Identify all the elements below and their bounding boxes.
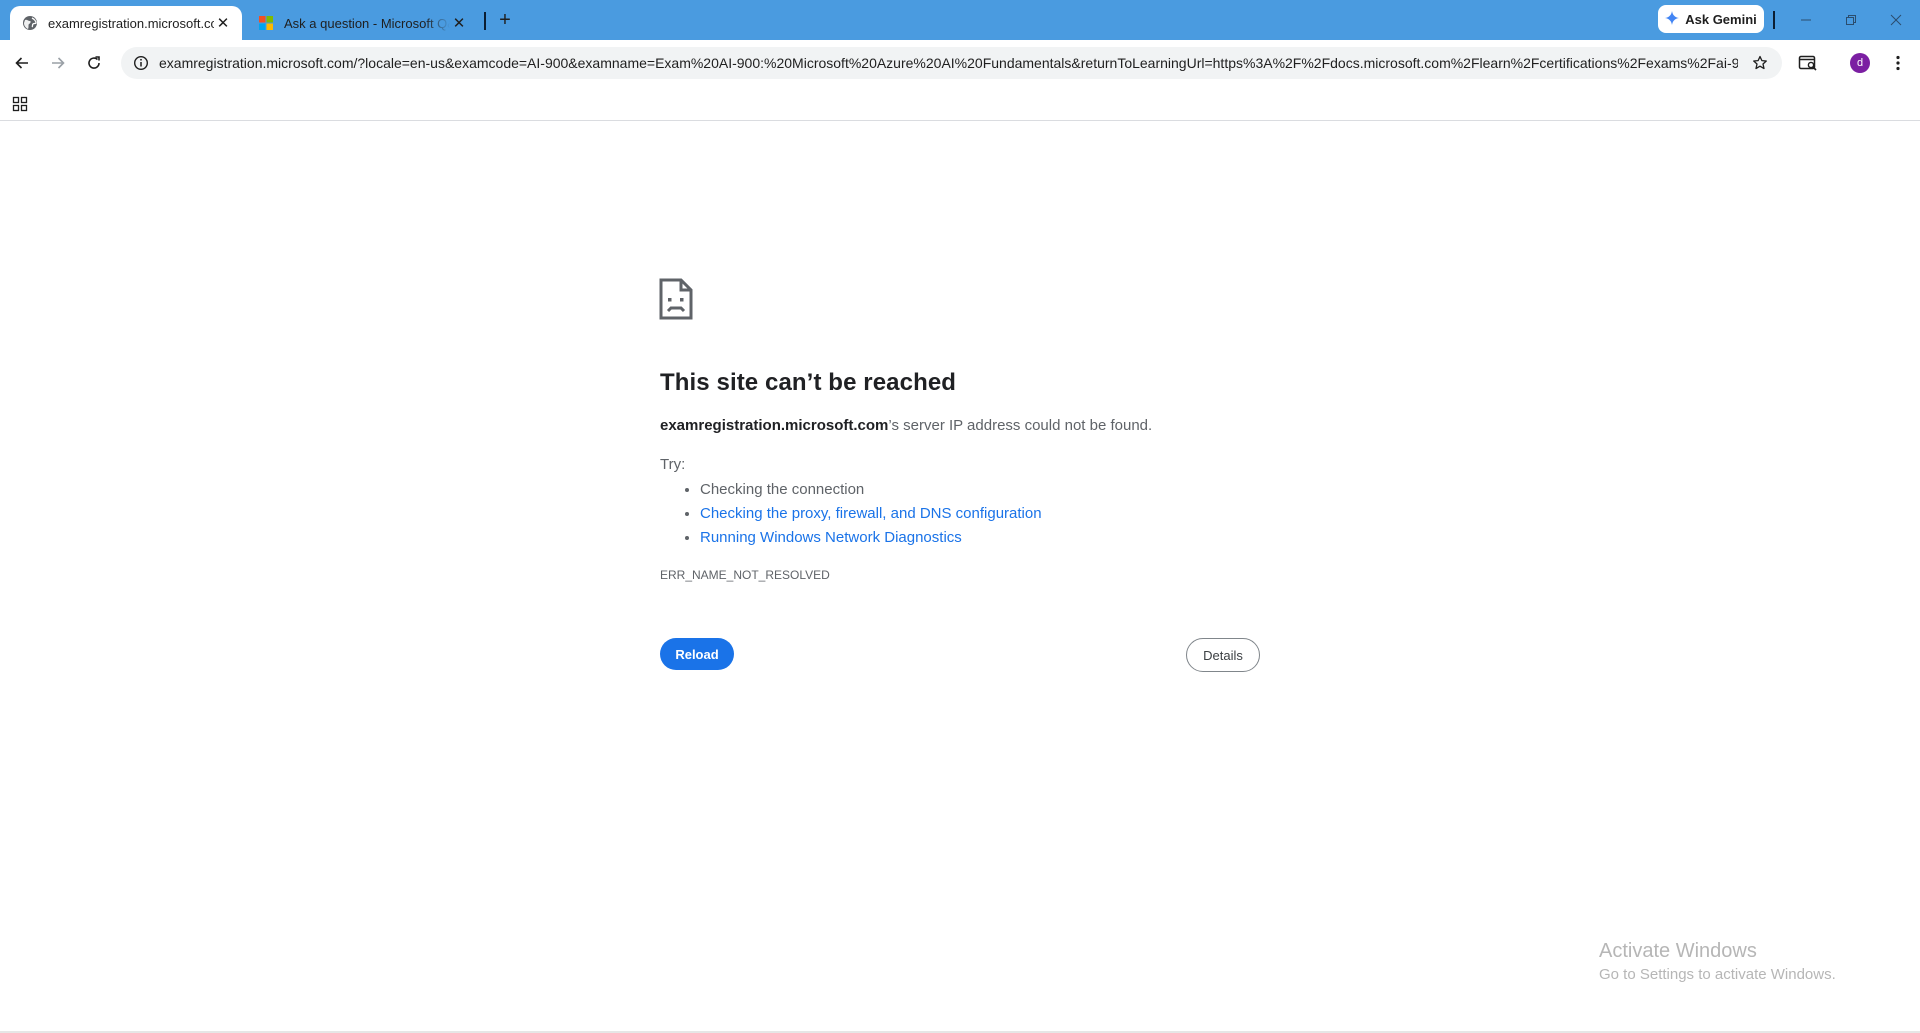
globe-icon	[22, 15, 38, 31]
bookmark-star-icon[interactable]	[1748, 51, 1772, 75]
watermark-title: Activate Windows	[1599, 940, 1757, 962]
arrow-left-icon	[15, 57, 28, 69]
tab-close-icon[interactable]: ✕	[450, 14, 468, 32]
restore-icon	[1846, 15, 1856, 25]
arrow-right-icon	[52, 57, 65, 69]
back-button[interactable]	[6, 47, 38, 79]
apps-grid-icon	[12, 96, 28, 112]
error-description-text: ’s server IP address could not be found.	[888, 417, 1153, 434]
address-bar[interactable]	[121, 47, 1782, 79]
list-item: Running Windows Network Diagnostics	[700, 526, 1042, 550]
details-button[interactable]: Details	[1186, 638, 1260, 672]
try-label: Try:	[660, 456, 686, 473]
apps-grid-button[interactable]	[8, 92, 32, 116]
ask-gemini-label: Ask Gemini	[1685, 11, 1757, 27]
error-code: ERR_NAME_NOT_RESOLVED	[660, 568, 830, 582]
suggestion-list: Checking the connection Checking the pro…	[660, 478, 1042, 550]
list-item: Checking the proxy, firewall, and DNS co…	[700, 502, 1042, 526]
page-content: This site can’t be reached examregistrat…	[0, 121, 1920, 1033]
toolbar-separator	[1773, 11, 1775, 29]
reload-button[interactable]: Reload	[660, 638, 734, 670]
search-tabs-button[interactable]	[1792, 47, 1824, 79]
refresh-icon	[88, 56, 100, 69]
sad-page-icon	[659, 278, 693, 320]
restore-button[interactable]	[1831, 5, 1871, 35]
suggestion-check-connection: Checking the connection	[700, 481, 865, 498]
list-item: Checking the connection	[700, 478, 1042, 502]
microsoft-logo-icon	[258, 15, 274, 31]
minimize-button[interactable]	[1786, 5, 1826, 35]
tab-search-icon	[1798, 55, 1817, 71]
tab-close-icon[interactable]: ✕	[214, 14, 232, 32]
forward-button[interactable]	[42, 47, 74, 79]
error-host: examregistration.microsoft.com	[660, 417, 889, 434]
site-info-icon[interactable]	[131, 53, 151, 73]
tab-strip: examregistration.microsoft.com ✕ Ask a q…	[0, 0, 1920, 40]
tab-ask-a-question[interactable]: Ask a question - Microsoft Q&A ✕	[252, 6, 478, 40]
address-input[interactable]	[159, 55, 1738, 71]
reload-toolbar-button[interactable]	[78, 47, 110, 79]
suggestion-proxy-link[interactable]: Checking the proxy, firewall, and DNS co…	[700, 505, 1042, 522]
close-window-button[interactable]	[1876, 5, 1916, 35]
watermark-subtitle: Go to Settings to activate Windows.	[1599, 966, 1836, 983]
tab-separator	[484, 12, 486, 30]
tab-title: Ask a question - Microsoft Q&A	[284, 15, 450, 31]
browser-toolbar: d	[0, 40, 1920, 86]
new-tab-button[interactable]: +	[492, 7, 518, 33]
suggestion-network-diagnostics-link[interactable]: Running Windows Network Diagnostics	[700, 529, 962, 546]
menu-button[interactable]	[1882, 47, 1914, 79]
ask-gemini-button[interactable]: Ask Gemini	[1658, 5, 1764, 33]
minimize-icon	[1801, 19, 1811, 21]
error-description: examregistration.microsoft.com’s server …	[660, 417, 1152, 434]
activate-windows-watermark: Activate Windows Go to Settings to activ…	[1599, 939, 1836, 985]
tab-title: examregistration.microsoft.com	[48, 15, 214, 31]
bookmarks-bar	[0, 86, 1920, 121]
profile-button[interactable]: d	[1844, 47, 1876, 79]
more-vertical-icon	[1896, 55, 1900, 71]
close-icon	[1890, 14, 1902, 26]
page-title: This site can’t be reached	[660, 369, 957, 396]
gemini-sparkle-icon	[1665, 10, 1680, 28]
tab-examregistration[interactable]: examregistration.microsoft.com ✕	[10, 6, 242, 40]
avatar: d	[1850, 53, 1870, 73]
